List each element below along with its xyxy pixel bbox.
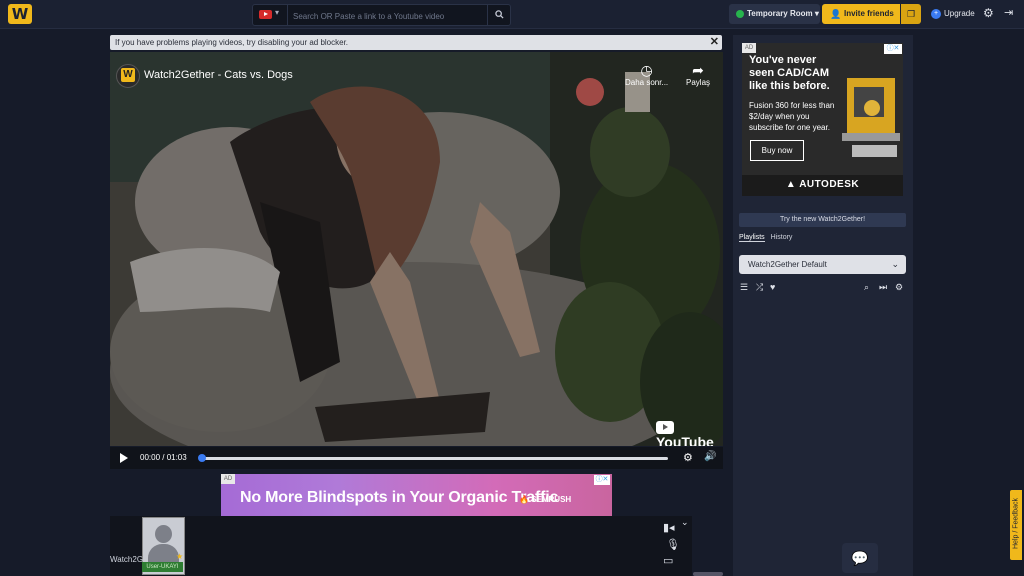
- invite-label: Invite friends: [844, 9, 894, 18]
- banner-headline: No More Blindspots in Your Organic Traff…: [240, 489, 559, 506]
- channel-logo[interactable]: [116, 64, 140, 88]
- add-user-icon: 👤: [830, 9, 842, 19]
- copy-icon: ❐: [906, 9, 916, 19]
- add-to-playlist-icon[interactable]: ☰: [740, 282, 748, 293]
- clock-icon: ◷: [640, 62, 653, 78]
- share-label: Paylaş: [686, 78, 711, 87]
- sidebar-tabs: Playlists History: [739, 234, 796, 242]
- chevron-down-icon[interactable]: ⌄: [681, 517, 689, 528]
- player-controls: 00:00 / 01:03 ⚙ 🔊: [110, 447, 723, 469]
- close-icon[interactable]: ✕: [710, 35, 719, 50]
- video-player[interactable]: Watch2Gether - Cats vs. Dogs ◷ Daha sonr…: [110, 52, 723, 446]
- watch-later-label: Daha sonr...: [625, 78, 669, 87]
- watch2gether-logo[interactable]: W: [8, 4, 32, 24]
- microphone-icon[interactable]: 🎙: [666, 538, 680, 551]
- ad-choices-icon[interactable]: ⓘ✕: [884, 44, 902, 54]
- room-status-dot: [736, 10, 744, 18]
- shuffle-icon[interactable]: ⤮: [756, 282, 763, 293]
- invite-friends-button[interactable]: 👤 Invite friends: [822, 4, 900, 24]
- feedback-label: Help / Feedback: [1012, 498, 1020, 549]
- ad-label: AD: [221, 474, 235, 484]
- try-new-button[interactable]: Try the new Watch2Gether!: [739, 213, 906, 227]
- buy-now-button[interactable]: Buy now: [750, 140, 804, 161]
- player-settings-gear-icon[interactable]: ⚙: [683, 451, 693, 464]
- volume-icon[interactable]: 🔊: [704, 451, 716, 462]
- camera-icon[interactable]: ▮◂: [663, 521, 675, 534]
- copy-link-button[interactable]: ❐: [901, 4, 921, 24]
- banner-brand-label: SEMRUSH: [531, 495, 572, 504]
- ad-blocker-notice: If you have problems playing videos, try…: [110, 35, 722, 50]
- heart-icon[interactable]: ♥: [770, 282, 775, 292]
- chevron-down-icon: ⌄: [891, 259, 899, 269]
- chevron-down-icon: ▾: [814, 9, 819, 18]
- youtube-wordmark: YouTube: [656, 434, 714, 446]
- sidebar-ad[interactable]: AD ⓘ✕ You've never seen CAD/CAM like thi…: [742, 43, 903, 196]
- room-label: Temporary Room: [747, 9, 813, 18]
- ad-brand-label: AUTODESK: [799, 179, 860, 190]
- chat-icon[interactable]: 💬: [842, 543, 878, 573]
- scroll-handle[interactable]: [693, 572, 723, 576]
- plus-icon: +: [931, 8, 941, 19]
- notice-text: If you have problems playing videos, try…: [115, 38, 349, 47]
- search-input[interactable]: [291, 7, 485, 25]
- video-title[interactable]: Watch2Gether - Cats vs. Dogs: [144, 69, 293, 81]
- search-icon[interactable]: ⌕: [864, 282, 869, 293]
- webcam-panel: ★ User-UKAYI ▮◂ 🎙 ▭ ⌄: [110, 516, 692, 576]
- ad-label: AD: [742, 43, 756, 53]
- tab-playlists[interactable]: Playlists: [739, 234, 765, 242]
- play-icon[interactable]: [120, 453, 128, 463]
- logout-icon[interactable]: ⇥: [1004, 6, 1013, 19]
- skip-forward-icon[interactable]: ⏭: [879, 282, 887, 293]
- machine-illustration: [842, 78, 900, 157]
- playlist-toolbar: ☰ ⤮ ♥ ⌕ ⏭ ⚙: [740, 282, 906, 294]
- banner-brand: 🔥 SEMRUSH: [519, 495, 572, 504]
- share-button[interactable]: ➦ Paylaş: [686, 62, 710, 87]
- youtube-play-icon: [656, 420, 674, 434]
- help-feedback-tab[interactable]: Help / Feedback: [1010, 490, 1022, 560]
- upgrade-label: Upgrade: [944, 9, 975, 18]
- settings-gear-icon[interactable]: ⚙: [983, 6, 994, 20]
- search-icon: [494, 10, 504, 19]
- youtube-watermark[interactable]: YouTube: [656, 418, 723, 446]
- video-search-bar: ▾: [252, 4, 511, 26]
- source-selector[interactable]: ▾: [253, 5, 288, 25]
- star-icon: ★: [176, 552, 184, 561]
- time-readout: 00:00 / 01:03: [140, 453, 187, 462]
- ad-choices-icon[interactable]: ⓘ✕: [594, 475, 610, 485]
- progress-track[interactable]: [200, 457, 668, 460]
- banner-ad[interactable]: AD ⓘ✕ No More Blindspots in Your Organic…: [221, 474, 612, 518]
- share-icon: ➦: [692, 62, 704, 78]
- tab-history[interactable]: History: [771, 234, 793, 241]
- watch-later-button[interactable]: ◷ Daha sonr...: [625, 62, 668, 87]
- progress-handle[interactable]: [198, 454, 206, 462]
- playlist-select[interactable]: Watch2Gether Default ⌄: [739, 255, 906, 274]
- youtube-icon: [259, 10, 272, 19]
- room-selector[interactable]: Temporary Room ▾: [729, 4, 820, 24]
- playlist-selected: Watch2Gether Default: [748, 260, 827, 269]
- video-overlay: [110, 52, 723, 446]
- search-button[interactable]: [487, 5, 510, 25]
- chat-label: Watch2G: [110, 555, 144, 564]
- chevron-down-icon: ▾: [275, 8, 280, 17]
- upgrade-link[interactable]: + Upgrade: [931, 7, 975, 21]
- ad-headline: You've never seen CAD/CAM like this befo…: [749, 54, 830, 92]
- top-bar: W ▾ Temporary Room ▾ 👤 Invite friends ❐ …: [0, 0, 1024, 29]
- ad-body: Fusion 360 for less than $2/day when you…: [749, 101, 835, 132]
- screen-share-icon[interactable]: ▭: [663, 554, 673, 567]
- avatar-head: [155, 525, 172, 543]
- user-name-tag: User-UKAYI: [142, 562, 183, 572]
- ad-brand: ▲ AUTODESK: [785, 179, 860, 190]
- gear-icon[interactable]: ⚙: [895, 282, 903, 293]
